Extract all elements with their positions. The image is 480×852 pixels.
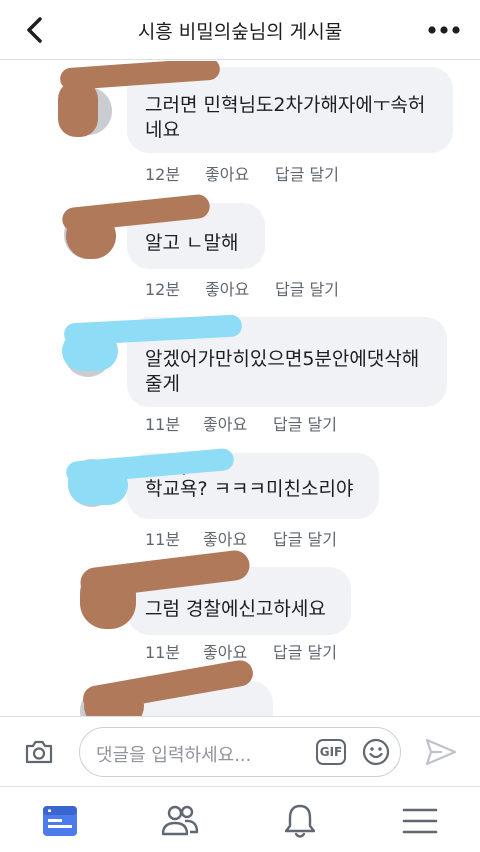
- like-button[interactable]: 좋아요: [203, 526, 247, 550]
- redaction-scribble: [84, 685, 144, 716]
- more-horizontal-icon[interactable]: [426, 18, 462, 42]
- comment-list: 그러면 민혁님도2차가해자에ㅜ속허 네요 12분 좋아요 답글 달기 알고 ㄴ말…: [0, 61, 480, 716]
- redaction-scribble: [58, 81, 98, 137]
- smile-icon[interactable]: [362, 738, 390, 766]
- menu-icon[interactable]: [400, 801, 440, 841]
- comment-time: 11분: [145, 643, 181, 662]
- comment-composer: 댓글을 입력하세요... GIF: [0, 716, 480, 786]
- like-button[interactable]: 좋아요: [205, 161, 249, 185]
- redaction-scribble: [68, 465, 128, 505]
- page-title: 시흥 비밀의숲님의 게시물: [137, 21, 343, 43]
- reply-button[interactable]: 답글 달기: [273, 411, 337, 435]
- redaction-scribble: [80, 569, 136, 629]
- comment-time: 12분: [145, 280, 181, 299]
- like-button[interactable]: 좋아요: [203, 411, 247, 435]
- redaction-scribble: [66, 213, 116, 259]
- comment-time: 11분: [145, 415, 181, 434]
- bell-icon[interactable]: [280, 801, 320, 841]
- send-icon[interactable]: [424, 737, 458, 767]
- reply-button[interactable]: 답글 달기: [275, 276, 339, 300]
- comment-time: 12분: [145, 165, 181, 184]
- comment-time: 11분: [145, 530, 181, 549]
- comment-text: 그럼 경찰에신고하세요: [145, 598, 326, 620]
- bottom-tab-bar: [0, 786, 480, 852]
- comment-text: 줄게: [145, 373, 180, 395]
- comment-text: 그러면 민혁님도2차가해자에ㅜ속허: [145, 94, 426, 116]
- comment-text: 알고 ㄴ말해: [145, 232, 239, 254]
- reply-button[interactable]: 답글 달기: [273, 526, 337, 550]
- reply-button[interactable]: 답글 달기: [273, 639, 337, 663]
- top-bar: 시흥 비밀의숲님의 게시물: [0, 0, 480, 60]
- redaction-scribble: [62, 331, 118, 371]
- comment-input-placeholder: 댓글을 입력하세요...: [96, 745, 252, 766]
- camera-icon[interactable]: [24, 739, 54, 765]
- comment-text: 학교욕? ㅋㅋㅋ미친소리야: [145, 478, 354, 500]
- reply-button[interactable]: 답글 달기: [275, 161, 339, 185]
- comment-text: 네요: [145, 119, 180, 141]
- friends-icon[interactable]: [160, 801, 200, 841]
- like-button[interactable]: 좋아요: [205, 276, 249, 300]
- comment-input[interactable]: 댓글을 입력하세요... GIF: [79, 727, 401, 777]
- comment-text: 알겠어가만히있으면5분안에댓삭해: [145, 348, 420, 370]
- news-feed-icon[interactable]: [40, 801, 80, 841]
- gif-button[interactable]: GIF: [316, 739, 346, 765]
- chevron-left-icon[interactable]: [20, 14, 52, 46]
